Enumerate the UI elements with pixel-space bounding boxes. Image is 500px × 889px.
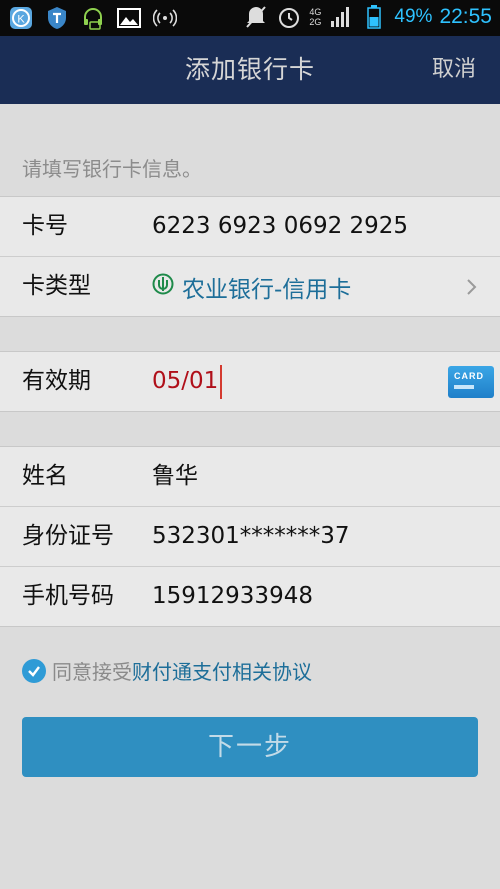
agreement-checkbox[interactable] — [22, 658, 46, 683]
card-type-value[interactable]: 农业银行-信用卡 — [152, 257, 351, 316]
headset-icon — [80, 5, 106, 31]
card-number-label: 卡号 — [22, 213, 68, 239]
agreement-row: 同意接受 财付通支付相关协议 — [22, 656, 312, 685]
expiry-row[interactable]: 有效期 05/01 CARD — [0, 352, 500, 411]
alarm-icon — [276, 4, 302, 30]
card-info-group: 卡号 6223 6923 0692 2925 卡类型 农业银行-信用卡 — [0, 196, 500, 317]
signal-icon — [328, 4, 354, 30]
agreement-link[interactable]: 财付通支付相关协议 — [132, 656, 312, 685]
card-type-row[interactable]: 卡类型 农业银行-信用卡 — [0, 257, 500, 316]
name-field[interactable]: 鲁华 — [152, 447, 198, 506]
chevron-right-icon — [466, 257, 478, 316]
next-step-button[interactable]: 下一步 — [22, 717, 478, 777]
id-number-label: 身份证号 — [22, 523, 114, 549]
phone-field[interactable]: 15912933948 — [152, 567, 313, 626]
battery-icon — [361, 4, 387, 30]
page-title: 添加银行卡 — [184, 55, 315, 84]
checkmark-icon — [28, 665, 40, 677]
personal-info-group: 姓名 鲁华 身份证号 532301*******37 手机号码 15912933… — [0, 446, 500, 627]
form-hint: 请填写银行卡信息。 — [22, 157, 202, 181]
shield-icon — [44, 5, 70, 31]
title-bar: 添加银行卡 取消 — [0, 36, 500, 104]
id-number-field[interactable]: 532301*******37 — [152, 507, 350, 566]
id-number-row[interactable]: 身份证号 532301*******37 — [0, 507, 500, 567]
expiry-input[interactable]: 05/01 — [152, 352, 223, 411]
card-type-text: 农业银行-信用卡 — [182, 276, 352, 303]
clock: 22:55 — [439, 5, 492, 28]
card-help-icon[interactable]: CARD — [448, 366, 494, 398]
mute-icon — [243, 4, 269, 30]
name-row[interactable]: 姓名 鲁华 — [0, 447, 500, 507]
wireless-icon — [152, 5, 178, 31]
cancel-button[interactable]: 取消 — [432, 36, 476, 104]
expiry-label: 有效期 — [22, 368, 91, 394]
name-label: 姓名 — [22, 463, 68, 489]
phone-row[interactable]: 手机号码 15912933948 — [0, 567, 500, 626]
phone-label: 手机号码 — [22, 583, 114, 609]
text-cursor — [220, 364, 223, 399]
svg-text:K: K — [17, 14, 25, 26]
battery-percent: 49% — [394, 6, 433, 27]
network-indicator: 4G 2G — [309, 7, 322, 27]
agreement-prefix: 同意接受 — [52, 660, 132, 684]
expiry-group: 有效期 05/01 CARD — [0, 351, 500, 412]
card-number-field[interactable]: 6223 6923 0692 2925 — [152, 197, 408, 256]
app-k-icon: K — [8, 5, 34, 31]
card-number-row[interactable]: 卡号 6223 6923 0692 2925 — [0, 197, 500, 257]
status-bar: K 4G 2G 49% 22:55 — [0, 0, 500, 36]
image-icon — [116, 5, 142, 31]
abc-bank-logo-icon — [152, 273, 174, 301]
card-type-label: 卡类型 — [22, 273, 91, 299]
